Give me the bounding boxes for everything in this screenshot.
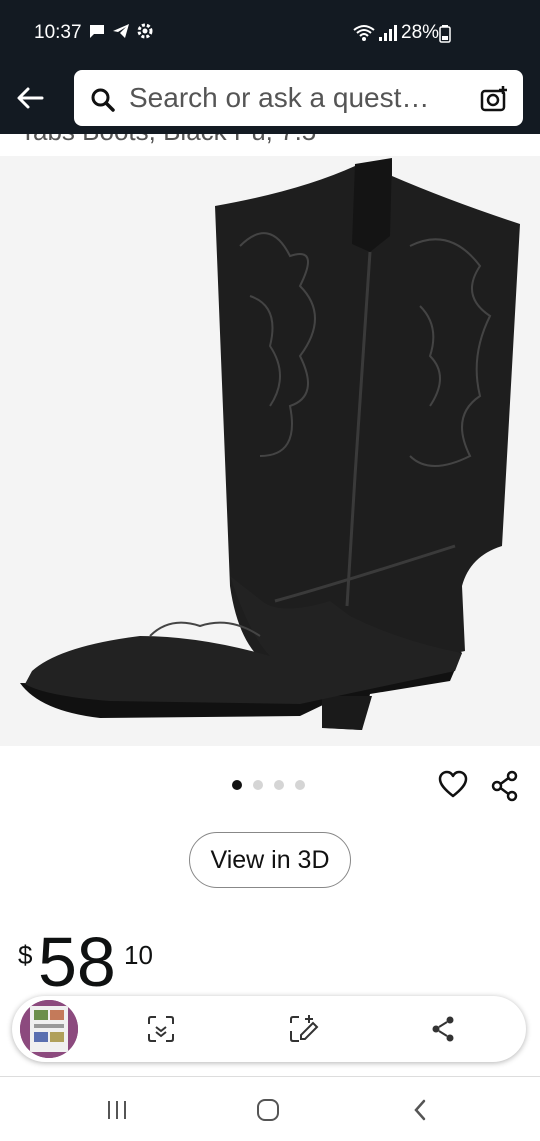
- share-screenshot-button[interactable]: [426, 1012, 460, 1046]
- wifi-icon: [353, 25, 375, 41]
- price-whole: 58: [38, 923, 116, 1001]
- battery-percent: 28%: [401, 22, 440, 43]
- notification-icons: [88, 22, 154, 40]
- share-button[interactable]: [490, 770, 520, 807]
- lens-icon: [148, 1016, 174, 1042]
- carousel-dot[interactable]: [274, 780, 284, 790]
- back-nav-button[interactable]: [400, 1095, 440, 1125]
- settings-icon: [137, 23, 153, 39]
- edit-icon: [290, 1015, 319, 1042]
- home-icon: [257, 1099, 279, 1121]
- screenshot-thumbnail[interactable]: [20, 1000, 78, 1058]
- recent-apps-icon: [108, 1101, 126, 1119]
- heart-icon: [438, 770, 468, 798]
- status-time: 10:37: [34, 22, 82, 43]
- thumbnail-preview: [20, 1000, 78, 1058]
- price-fraction: 10: [124, 940, 153, 970]
- signal-icon: [379, 25, 397, 41]
- home-button[interactable]: [248, 1095, 288, 1125]
- arrow-left-icon: [17, 87, 44, 109]
- status-bar: 10:37 28%: [0, 0, 540, 66]
- camera-search-icon[interactable]: [479, 84, 509, 114]
- app-header: Search or ask a quest…: [0, 66, 540, 134]
- carousel-indicator[interactable]: [232, 780, 305, 790]
- lens-button[interactable]: [144, 1012, 178, 1046]
- chevron-left-icon: [414, 1099, 426, 1121]
- share-icon: [432, 1016, 454, 1042]
- product-image[interactable]: [0, 156, 540, 746]
- search-placeholder: Search or ask a quest…: [129, 82, 430, 113]
- battery-icon: [439, 25, 451, 43]
- view-in-3d-button[interactable]: View in 3D: [189, 832, 351, 888]
- price-symbol: $: [18, 940, 33, 970]
- carousel-dot[interactable]: [253, 780, 263, 790]
- share-icon: [491, 770, 518, 802]
- carousel-dot[interactable]: [295, 780, 305, 790]
- recent-apps-button[interactable]: [97, 1095, 137, 1125]
- carousel-dot[interactable]: [232, 780, 242, 790]
- edit-button[interactable]: [286, 1012, 320, 1046]
- wishlist-button[interactable]: [438, 770, 468, 805]
- search-input[interactable]: Search or ask a quest…: [74, 70, 523, 126]
- back-button[interactable]: [12, 80, 48, 116]
- telegram-icon: [113, 24, 129, 38]
- system-nav-bar: [0, 1076, 540, 1141]
- chat-icon: [90, 25, 104, 38]
- boot-image: [20, 158, 520, 730]
- screenshot-toolbar: [12, 996, 526, 1062]
- search-icon: [91, 88, 115, 112]
